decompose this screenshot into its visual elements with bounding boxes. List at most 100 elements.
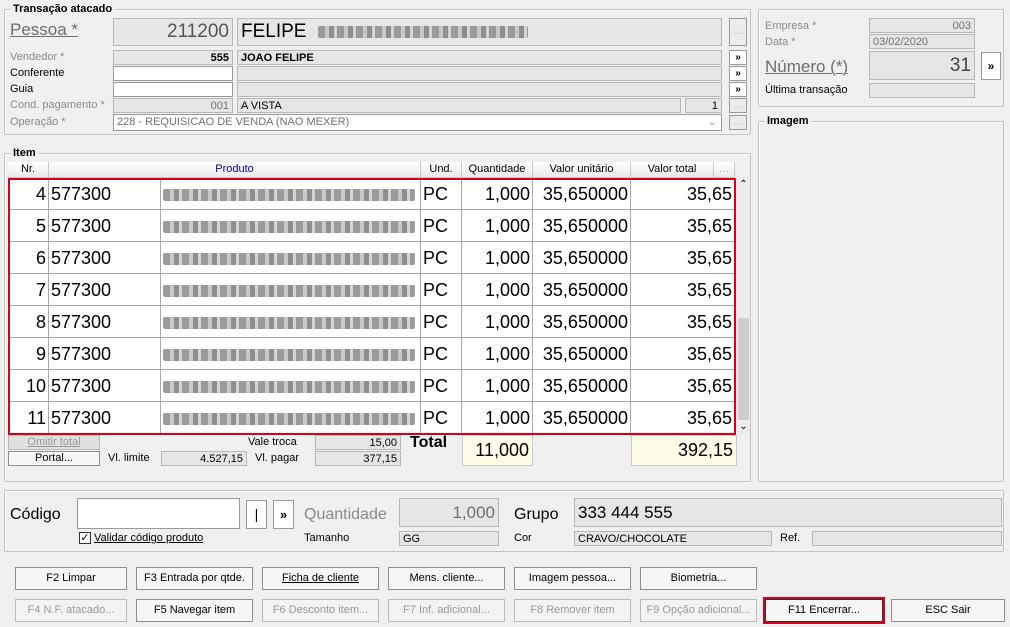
- cell-valor-unitario[interactable]: 35,650000: [533, 178, 631, 210]
- table-row[interactable]: 5 577300 PC 1,000 35,650000 35,65: [8, 210, 735, 242]
- cell-quantidade[interactable]: 1,000: [462, 210, 533, 242]
- f7-inf-adicional-button[interactable]: F7 Inf. adicional...: [388, 599, 505, 622]
- cell-nr[interactable]: 8: [8, 306, 49, 338]
- scroll-down-icon[interactable]: ⌄: [737, 420, 750, 434]
- conferente-more-button[interactable]: »: [729, 66, 747, 81]
- cell-produto-code[interactable]: 577300: [49, 274, 161, 306]
- cell-quantidade[interactable]: 1,000: [462, 370, 533, 402]
- scroll-thumb[interactable]: [738, 318, 749, 420]
- cell-und[interactable]: PC: [421, 402, 462, 434]
- numero-more-button[interactable]: »: [981, 52, 1001, 80]
- cell-valor-total[interactable]: 35,65: [631, 306, 735, 338]
- cell-produto-desc[interactable]: [161, 338, 421, 370]
- cell-und[interactable]: PC: [421, 370, 462, 402]
- vendedor-name-field[interactable]: JOAO FELIPE: [237, 50, 722, 65]
- cell-und[interactable]: PC: [421, 242, 462, 274]
- codigo-pipe-button[interactable]: |: [246, 500, 267, 529]
- col-header-produto[interactable]: Produto: [49, 162, 421, 178]
- col-header-und[interactable]: Und.: [421, 162, 462, 178]
- table-row[interactable]: 10 577300 PC 1,000 35,650000 35,65: [8, 370, 735, 402]
- cond-pagamento-name-field[interactable]: A VISTA: [237, 98, 681, 113]
- data-field[interactable]: 03/02/2020: [869, 34, 975, 49]
- cell-valor-unitario[interactable]: 35,650000: [533, 242, 631, 274]
- cell-valor-total[interactable]: 35,65: [631, 178, 735, 210]
- cell-produto-code[interactable]: 577300: [49, 306, 161, 338]
- cell-valor-unitario[interactable]: 35,650000: [533, 210, 631, 242]
- cell-und[interactable]: PC: [421, 306, 462, 338]
- cond-pagamento-code-field[interactable]: 001: [113, 98, 233, 113]
- grid-scrollbar[interactable]: ⌃ ⌄: [737, 178, 750, 434]
- cell-und[interactable]: PC: [421, 338, 462, 370]
- cell-valor-unitario[interactable]: 35,650000: [533, 370, 631, 402]
- validar-label[interactable]: Validar código produto: [94, 532, 203, 544]
- cell-produto-desc[interactable]: [161, 306, 421, 338]
- cell-nr[interactable]: 6: [8, 242, 49, 274]
- imagem-pessoa-button[interactable]: Imagem pessoa...: [514, 567, 631, 590]
- cell-valor-unitario[interactable]: 35,650000: [533, 402, 631, 434]
- cell-produto-code[interactable]: 577300: [49, 338, 161, 370]
- cell-valor-unitario[interactable]: 35,650000: [533, 274, 631, 306]
- cell-quantidade[interactable]: 1,000: [462, 274, 533, 306]
- scroll-up-icon[interactable]: ⌃: [737, 178, 750, 192]
- cell-produto-code[interactable]: 577300: [49, 370, 161, 402]
- pessoa-ellipsis-button[interactable]: …: [729, 18, 747, 46]
- validar-checkbox[interactable]: ✓: [79, 532, 91, 544]
- f6-desconto-item-button[interactable]: F6 Desconto item...: [262, 599, 379, 622]
- biometria-button[interactable]: Biometria...: [640, 567, 757, 590]
- codigo-more-button[interactable]: »: [273, 500, 294, 529]
- cell-valor-unitario[interactable]: 35,650000: [533, 306, 631, 338]
- cell-nr[interactable]: 7: [8, 274, 49, 306]
- quantidade-field[interactable]: 1,000: [399, 498, 499, 527]
- col-header-nr[interactable]: Nr.: [8, 162, 49, 178]
- pessoa-name-field[interactable]: FELIPE: [237, 18, 722, 46]
- cell-und[interactable]: PC: [421, 210, 462, 242]
- f8-remover-item-button[interactable]: F8 Remover item: [514, 599, 631, 622]
- cond-ellipsis-button[interactable]: …: [729, 98, 747, 113]
- cell-quantidade[interactable]: 1,000: [462, 242, 533, 274]
- cell-valor-total[interactable]: 35,65: [631, 370, 735, 402]
- cell-valor-unitario[interactable]: 35,650000: [533, 338, 631, 370]
- f5-navegar-item-button[interactable]: F5 Navegar item: [136, 599, 253, 622]
- col-header-valor-unitario[interactable]: Valor unitário: [533, 162, 631, 178]
- mens-cliente-button[interactable]: Mens. cliente...: [388, 567, 505, 590]
- table-row[interactable]: 8 577300 PC 1,000 35,650000 35,65: [8, 306, 735, 338]
- vendedor-code-field[interactable]: 555: [113, 50, 233, 65]
- cell-produto-code[interactable]: 577300: [49, 242, 161, 274]
- f3-entrada-qtde-button[interactable]: F3 Entrada por qtde.: [136, 567, 253, 590]
- cell-valor-total[interactable]: 35,65: [631, 274, 735, 306]
- f2-limpar-button[interactable]: F2 Limpar: [15, 567, 127, 590]
- cell-produto-desc[interactable]: [161, 178, 421, 210]
- guia-more-button[interactable]: »: [729, 82, 747, 97]
- cell-quantidade[interactable]: 1,000: [462, 402, 533, 434]
- grid-config-icon[interactable]: …: [714, 162, 735, 178]
- numero-field[interactable]: 31: [869, 51, 975, 80]
- cell-produto-desc[interactable]: [161, 370, 421, 402]
- empresa-field[interactable]: 003: [869, 18, 975, 33]
- ficha-cliente-button[interactable]: Ficha de cliente: [262, 567, 379, 590]
- cell-nr[interactable]: 11: [8, 402, 49, 434]
- f4-nf-atacado-button[interactable]: F4 N.F. atacado...: [15, 599, 127, 622]
- pessoa-code-field[interactable]: 211200: [113, 18, 233, 46]
- cell-nr[interactable]: 5: [8, 210, 49, 242]
- cell-quantidade[interactable]: 1,000: [462, 338, 533, 370]
- cell-valor-total[interactable]: 35,65: [631, 210, 735, 242]
- table-row[interactable]: 4 577300 PC 1,000 35,650000 35,65: [8, 178, 735, 210]
- cell-nr[interactable]: 9: [8, 338, 49, 370]
- cell-valor-total[interactable]: 35,65: [631, 242, 735, 274]
- cell-produto-desc[interactable]: [161, 242, 421, 274]
- cell-und[interactable]: PC: [421, 274, 462, 306]
- f11-encerrar-button[interactable]: F11 Encerrar...: [763, 597, 885, 624]
- table-row[interactable]: 9 577300 PC 1,000 35,650000 35,65: [8, 338, 735, 370]
- omitir-total-button[interactable]: Omitir total: [8, 435, 100, 450]
- cell-produto-desc[interactable]: [161, 274, 421, 306]
- cell-produto-code[interactable]: 577300: [49, 402, 161, 434]
- cell-nr[interactable]: 4: [8, 178, 49, 210]
- table-row[interactable]: 11 577300 PC 1,000 35,650000 35,65: [8, 402, 735, 434]
- cell-valor-total[interactable]: 35,65: [631, 338, 735, 370]
- codigo-input[interactable]: [77, 498, 240, 529]
- cell-quantidade[interactable]: 1,000: [462, 178, 533, 210]
- f9-opcao-adicional-button[interactable]: F9 Opção adicional...: [640, 599, 757, 622]
- col-header-quantidade[interactable]: Quantidade: [462, 162, 533, 178]
- cell-quantidade[interactable]: 1,000: [462, 306, 533, 338]
- guia-input[interactable]: [113, 82, 233, 97]
